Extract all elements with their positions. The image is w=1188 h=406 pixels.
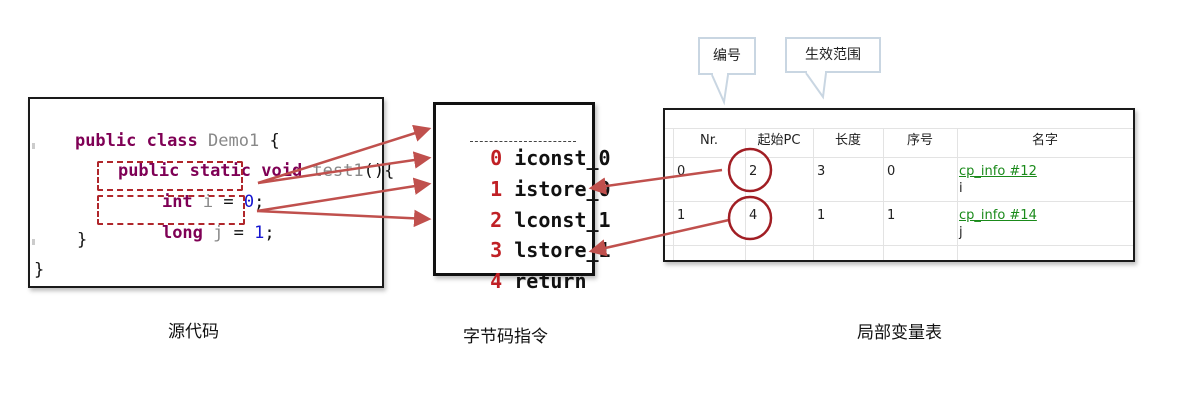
- scope-callout-pointer: [805, 72, 827, 100]
- annotation-overlay: [256, 70, 827, 257]
- arrow-long-to-lstore: [256, 209, 432, 228]
- arrow-int-to-iconst: [257, 124, 432, 185]
- arrow-int-to-istore: [257, 151, 432, 185]
- start-pc-highlight-circle: [727, 147, 773, 193]
- arrow-long-to-lconst: [256, 177, 432, 213]
- arrow-startpc4-to-return: [588, 218, 730, 257]
- arrow-startpc2-to-lconst: [588, 168, 723, 195]
- start-pc-highlight-circle: [727, 195, 773, 241]
- number-callout-pointer: [711, 74, 729, 106]
